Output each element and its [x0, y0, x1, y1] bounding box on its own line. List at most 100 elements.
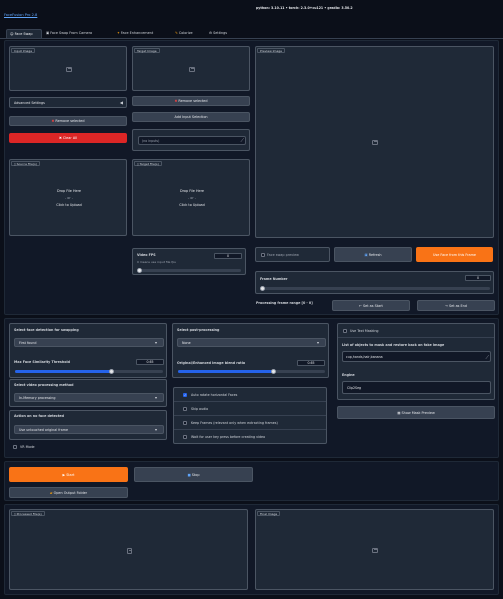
blend-ratio-label: Original/Enhanced image blend ratio — [177, 361, 246, 365]
frame-number-input[interactable]: 0 — [465, 275, 491, 281]
app-title-link[interactable]: FaceFusion Pro 2.8 — [4, 13, 37, 17]
video-processing-label: Select video processing method — [14, 383, 74, 387]
stop-button[interactable]: ■ Stop — [134, 467, 253, 482]
final-image-box[interactable]: Final Image — [255, 509, 494, 590]
similarity-input[interactable]: 0.65 — [136, 359, 164, 365]
slider-handle[interactable] — [271, 369, 277, 374]
sparkle-icon: ✦ — [117, 31, 120, 35]
preview-image-box[interactable]: Preview Image — [255, 46, 494, 238]
remove-selected-label: Remove selected — [55, 119, 85, 123]
file-icon: ▯ — [14, 162, 16, 166]
face-detection-value: First found — [19, 341, 37, 345]
file-icon: ▯ — [14, 512, 16, 516]
gear-icon: ⚙ — [209, 31, 213, 35]
frame-number-slider[interactable] — [260, 286, 490, 291]
wait-user-label: Wait for user key press before creating … — [191, 435, 266, 439]
refresh-button[interactable]: ▣ Refresh — [334, 247, 412, 262]
blend-ratio-slider[interactable] — [178, 369, 325, 374]
remove-selected-label: Remove selected — [178, 99, 208, 103]
tab-settings[interactable]: ⚙ Settings — [209, 29, 227, 38]
set-end-button[interactable]: → Set as End — [417, 300, 495, 311]
face-swap-preview-toggle[interactable]: Face swap preview — [255, 247, 330, 262]
no-face-value: Use untouched original frame — [19, 428, 69, 432]
similarity-slider[interactable] — [15, 369, 163, 374]
checkbox[interactable] — [183, 407, 187, 411]
post-processing-value: None — [182, 341, 191, 345]
no-face-action-group: Action on no face detected Use untouched… — [9, 410, 167, 440]
remove-selected-button-middle[interactable]: ✖ Remove selected — [132, 96, 250, 106]
x-icon: ✖ — [51, 119, 55, 123]
checkbox[interactable] — [13, 445, 17, 449]
checkbox[interactable] — [183, 421, 187, 425]
post-processing-dropdown[interactable]: None ▾ — [177, 338, 326, 347]
selection-field[interactable]: (no inputs) ⟋ — [138, 136, 246, 145]
image-placeholder-icon — [66, 67, 72, 72]
checkbox-checked[interactable]: ✓ — [183, 393, 187, 397]
header-bar: FaceFusion Pro 2.8 python: 3.10.11 • tor… — [0, 0, 503, 26]
blend-ratio-input[interactable]: 0.65 — [297, 360, 325, 366]
face-detection-dropdown[interactable]: First found ▾ — [14, 338, 164, 347]
target-files-upload[interactable]: ▯ Target File(s) Drop File Here - or - C… — [132, 159, 250, 236]
input-image-label: Input Image — [11, 48, 36, 53]
add-input-label: Add Input Selection — [174, 115, 208, 119]
target-image-box[interactable]: Target Image — [132, 46, 250, 91]
resize-handle-icon[interactable]: ⟋ — [240, 138, 244, 144]
tab-colorize[interactable]: ✎ Colorize — [175, 29, 193, 38]
video-fps-label: Video FPS — [137, 253, 156, 257]
processed-files-box[interactable]: ▯ Processed File(s) — [9, 509, 248, 590]
image-placeholder-icon — [372, 140, 378, 145]
engine-label: Engine — [342, 373, 355, 377]
remove-selected-button-left[interactable]: ✖ Remove selected — [9, 116, 127, 126]
resize-handle-icon[interactable]: ⟋ — [485, 355, 489, 361]
caret-left-icon: ◀ — [119, 100, 123, 105]
tab-face-swap[interactable]: ☺ Face Swap — [6, 29, 42, 38]
slider-handle[interactable] — [260, 286, 265, 291]
no-face-dropdown[interactable]: Use untouched original frame ▾ — [14, 425, 164, 434]
play-icon: ▶ — [62, 473, 66, 477]
selection-placeholder: (no inputs) — [142, 139, 160, 143]
processed-files-text: Processed File(s) — [16, 512, 42, 516]
video-fps-slider[interactable] — [137, 268, 241, 273]
open-folder-label: Open Output Folder — [53, 491, 88, 495]
post-processing-group: Select post-processing None ▾ Original/E… — [172, 323, 329, 378]
tab-face-enhancement[interactable]: ✦ Face Enhancement — [117, 29, 153, 38]
use-face-button[interactable]: Use Face from this Frame — [416, 247, 493, 262]
mask-objects-field[interactable]: cup,hands,hair,banana ⟋ — [342, 351, 491, 362]
use-text-masking-label: Use Text Masking — [350, 329, 379, 333]
chevron-down-icon: ▾ — [154, 427, 157, 432]
engine-field[interactable]: Clip2Seg — [342, 381, 491, 394]
video-fps-input[interactable]: 0 — [214, 253, 242, 259]
checkbox[interactable] — [261, 253, 265, 257]
source-files-text: Source File(s) — [16, 162, 37, 166]
options-checkbox-group: ✓ Auto rotate horizontal Faces Skip audi… — [173, 387, 327, 444]
advanced-settings-accordion[interactable]: Advanced Settings ◀ — [9, 97, 127, 108]
slider-handle[interactable] — [108, 369, 114, 374]
clear-all-button[interactable]: ✖ Clear All — [9, 133, 127, 143]
slider-handle[interactable] — [137, 268, 142, 273]
tab-face-swap-camera[interactable]: ▣ Face Swap From Camera — [46, 29, 92, 38]
auto-rotate-checkbox[interactable]: ✓ Auto rotate horizontal Faces — [174, 388, 326, 402]
vr-mode-label: VR Mode — [20, 445, 35, 449]
folder-icon: ▰ — [49, 491, 53, 495]
source-files-upload[interactable]: ▯ Source File(s) Drop File Here - or - C… — [9, 159, 127, 236]
wait-user-checkbox[interactable]: Wait for user key press before creating … — [174, 430, 326, 444]
drop-here-text: Drop File Here — [179, 189, 205, 193]
face-icon: ☺ — [10, 32, 14, 36]
selection-textbox[interactable]: (no inputs) ⟋ — [132, 129, 250, 151]
post-processing-label: Select post-processing — [177, 328, 220, 332]
checkbox[interactable] — [183, 435, 187, 439]
source-files-label: ▯ Source File(s) — [11, 161, 40, 166]
set-start-button[interactable]: ← Set as Start — [332, 300, 410, 311]
add-input-selection-button[interactable]: Add Input Selection — [132, 112, 250, 122]
video-processing-dropdown[interactable]: In-Memory processing ▾ — [14, 393, 164, 402]
video-fps-control: Video FPS 0 means use input file fps 0 — [132, 248, 246, 275]
show-mask-preview-button[interactable]: ▦ Show Mask Preview — [337, 406, 495, 419]
open-output-folder-button[interactable]: ▰ Open Output Folder — [9, 487, 128, 498]
skip-audio-checkbox[interactable]: Skip audio — [174, 402, 326, 416]
start-button[interactable]: ▶ Start — [9, 467, 128, 482]
set-start-label: ← Set as Start — [359, 304, 383, 308]
input-image-box[interactable]: Input Image — [9, 46, 127, 91]
keep-frames-checkbox[interactable]: Keep Frames (relevant only when extracti… — [174, 416, 326, 430]
checkbox[interactable] — [343, 329, 347, 333]
processed-files-label: ▯ Processed File(s) — [11, 511, 45, 516]
